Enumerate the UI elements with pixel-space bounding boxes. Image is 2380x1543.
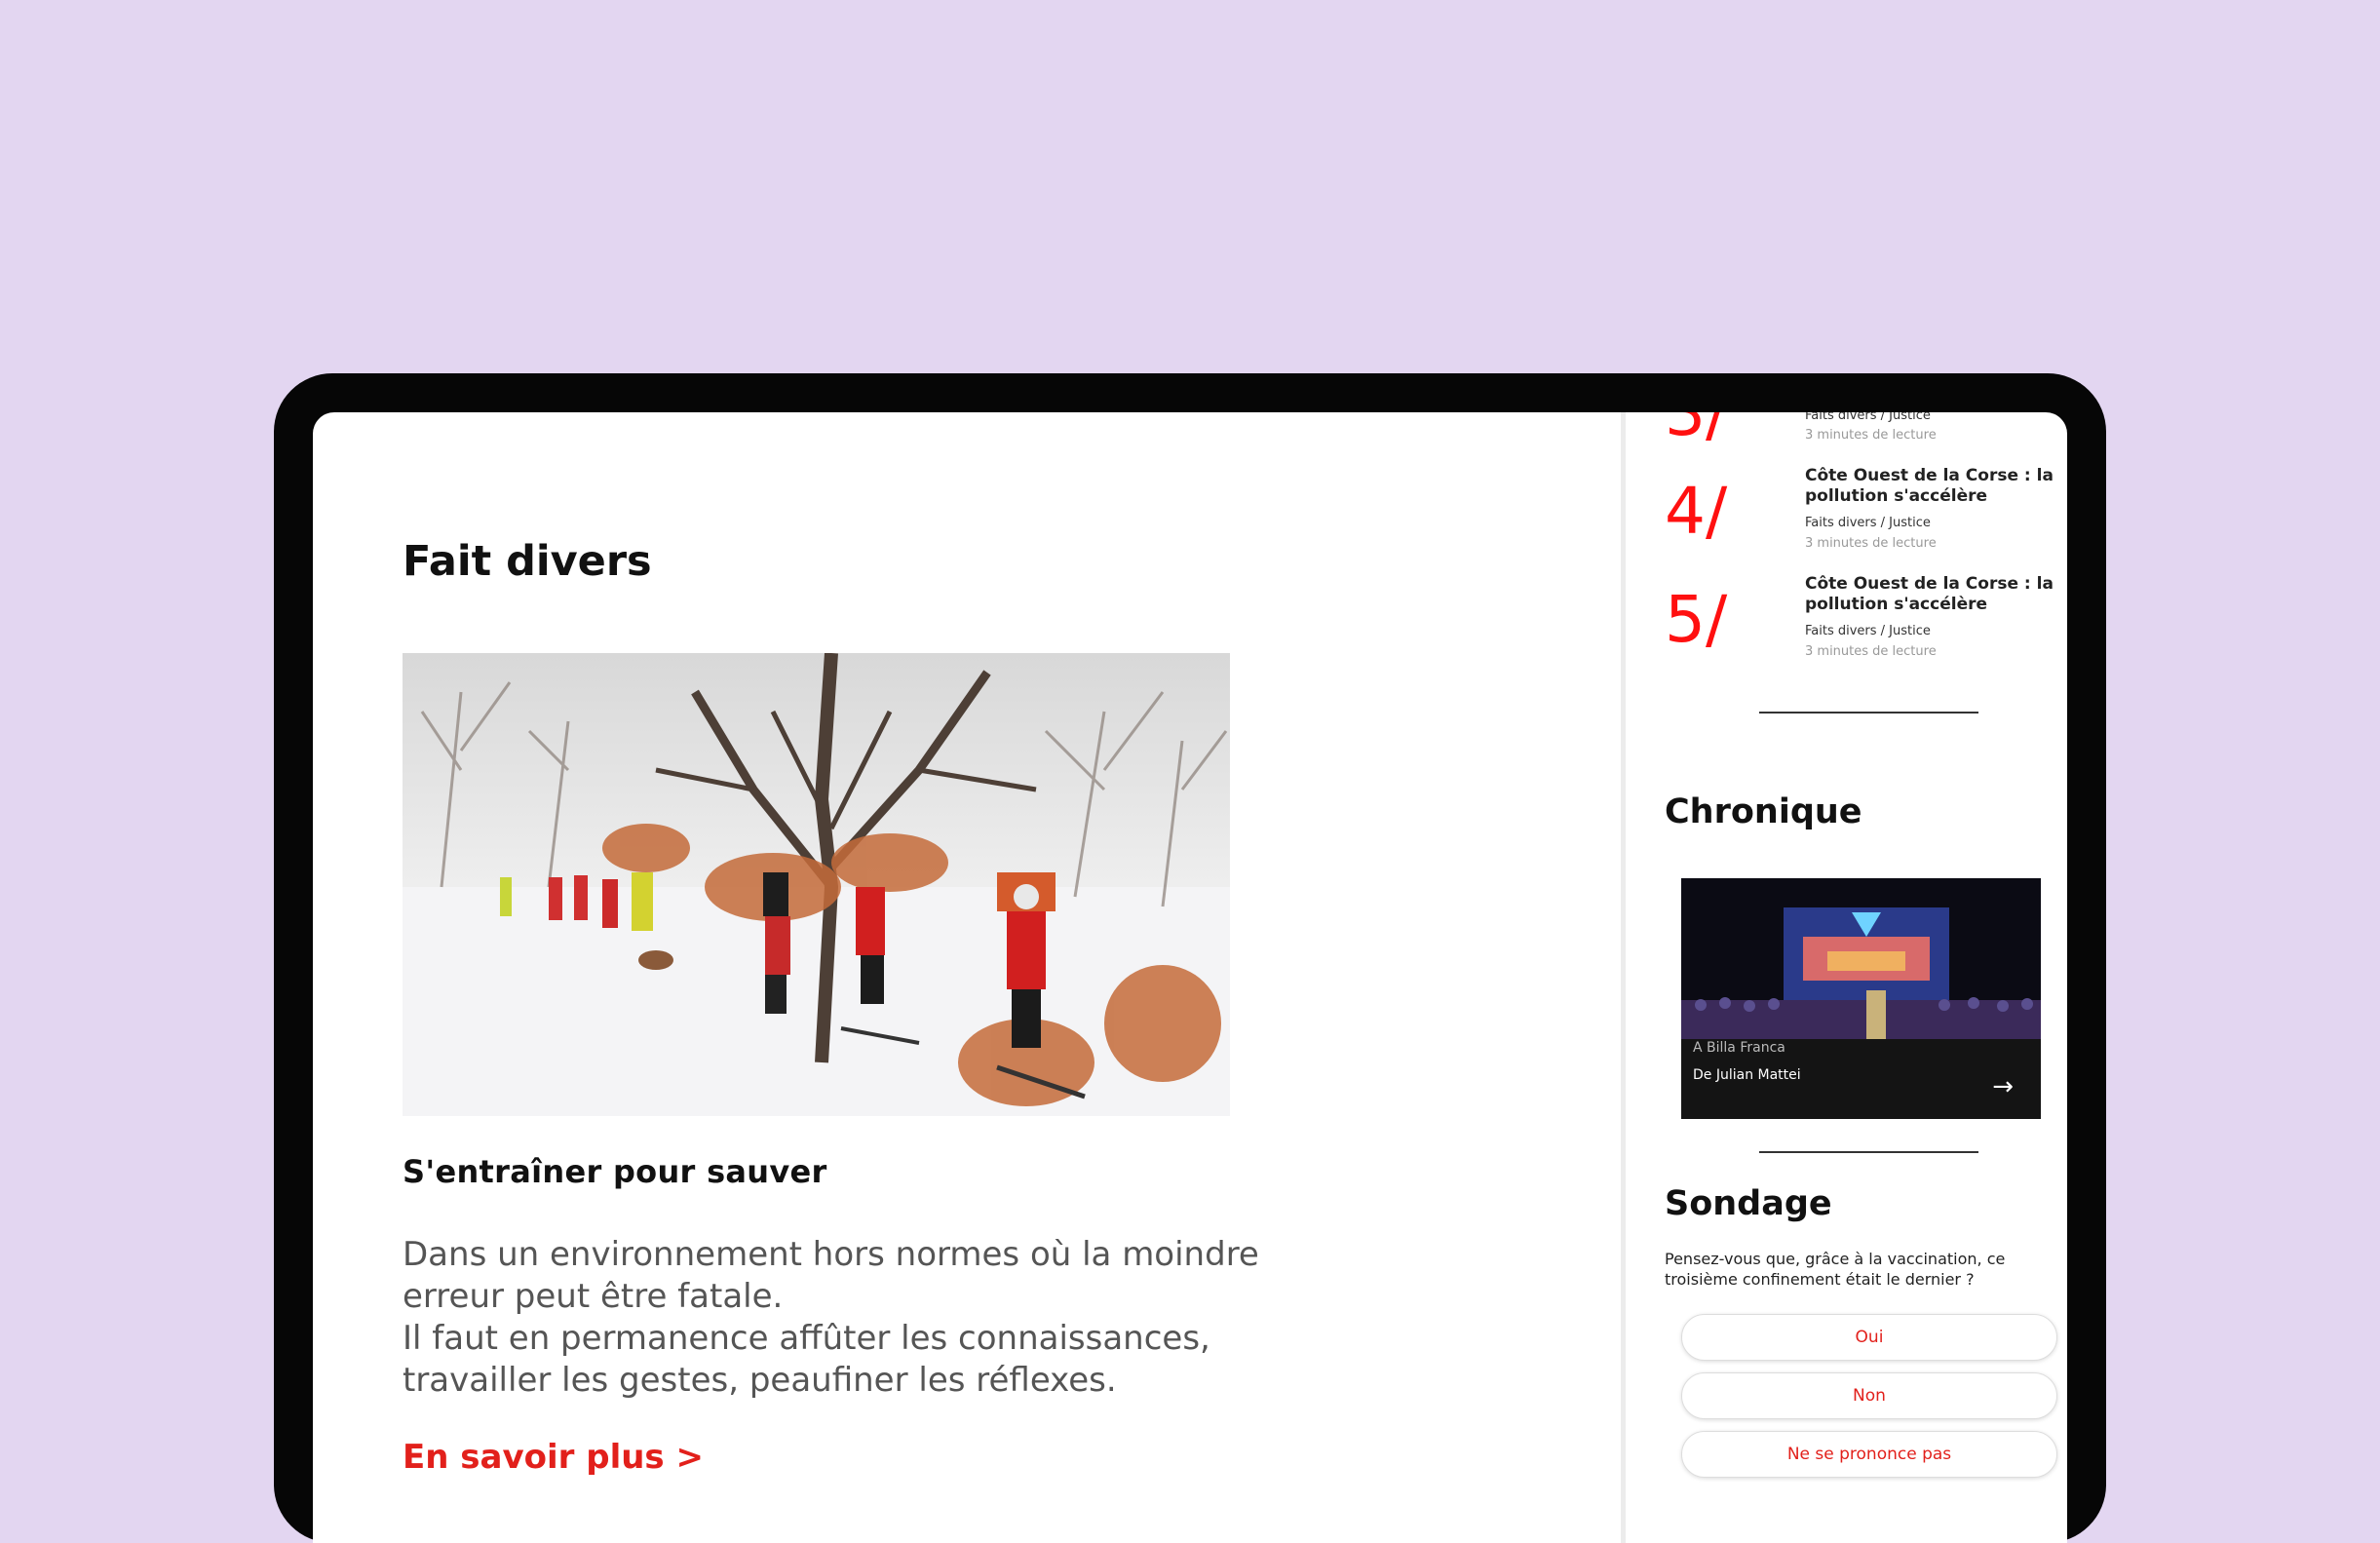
article-title[interactable]: S'entraîner pour sauver (403, 1153, 827, 1190)
chronique-heading: Chronique (1665, 792, 1862, 831)
poll-option-oui[interactable]: Oui (1681, 1314, 2057, 1361)
ranking-category: Faits divers / Justice (1805, 412, 1931, 423)
article-summary: Dans un environnement hors normes où la … (403, 1234, 1377, 1402)
sidebar-divider (1759, 1151, 1978, 1153)
article-summary-line: travailler les gestes, peaufiner les réf… (403, 1361, 1117, 1400)
section-title: Fait divers (403, 537, 652, 586)
poll-question: Pensez-vous que, grâce à la vaccination,… (1665, 1250, 2006, 1289)
read-more-link[interactable]: En savoir plus > (403, 1438, 704, 1477)
sondage-heading: Sondage (1665, 1184, 1832, 1223)
poll-option-abstain[interactable]: Ne se prononce pas (1681, 1431, 2057, 1478)
ranking-read-time: 3 minutes de lecture (1805, 644, 1937, 659)
sidebar: 3/ Faits divers / Justice 3 minutes de l… (1626, 412, 2067, 1543)
sidebar-divider (1759, 712, 1978, 714)
ranking-number: 4/ (1665, 474, 1728, 549)
tablet-frame: Fait divers S'entraîner pour sauver Dans… (274, 373, 2106, 1543)
article-summary-line: erreur peut être fatale. (403, 1277, 784, 1316)
tablet-screen: Fait divers S'entraîner pour sauver Dans… (313, 412, 2067, 1543)
ranking-category: Faits divers / Justice (1805, 624, 1931, 638)
article-summary-line: Il faut en permanence affûter les connai… (403, 1319, 1210, 1358)
ranking-number: 3/ (1665, 412, 1728, 450)
arrow-right-icon[interactable]: → (1992, 1072, 2014, 1101)
ranking-number: 5/ (1665, 582, 1728, 657)
ranking-read-time: 3 minutes de lecture (1805, 536, 1937, 551)
article-image[interactable] (403, 653, 1230, 1116)
ranking-read-time: 3 minutes de lecture (1805, 428, 1937, 443)
main-column: Fait divers S'entraîner pour sauver Dans… (313, 412, 1621, 1543)
poll-option-non[interactable]: Non (1681, 1372, 2057, 1419)
ranking-item[interactable]: 4/ Côte Ouest de la Corse : la pollution… (1626, 466, 2067, 573)
article-summary-line: Dans un environnement hors normes où la … (403, 1235, 1259, 1274)
ranking-title: Côte Ouest de la Corse : la pollution s'… (1805, 574, 2054, 614)
ranking-category: Faits divers / Justice (1805, 516, 1931, 530)
chronique-location: A Billa Franca (1693, 1040, 1785, 1056)
ranking-title: Côte Ouest de la Corse : la pollution s'… (1805, 466, 2054, 506)
ranking-item[interactable]: 5/ Côte Ouest de la Corse : la pollution… (1626, 574, 2067, 681)
chronique-author: De Julian Mattei (1693, 1067, 1801, 1083)
chronique-card[interactable]: A Billa Franca De Julian Mattei → (1681, 878, 2041, 1119)
